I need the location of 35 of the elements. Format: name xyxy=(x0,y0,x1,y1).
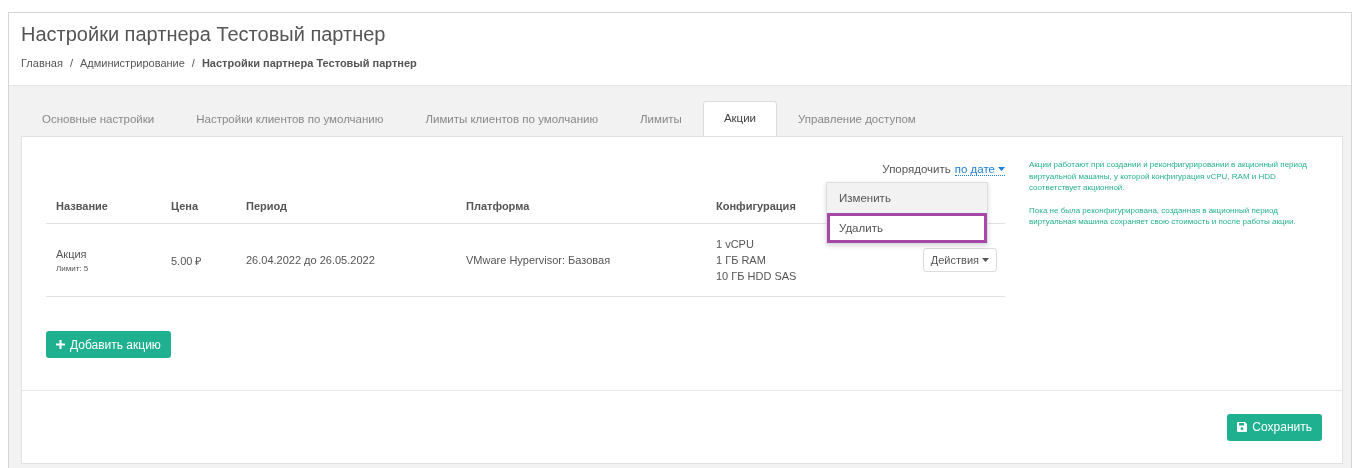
info-note: Акции работают при создании и реконфигурировании в акционный период виртуальной машины, у которой конфигурация vCPU, RAM и HDD соответствует акционной. xyxy=(1029,159,1308,194)
column-header: Название xyxy=(46,189,161,224)
tab[interactable]: Настройки клиентов по умолчанию xyxy=(175,102,405,136)
add-promo-button[interactable]: Добавить акцию xyxy=(46,331,171,358)
info-note: Пока не была реконфигурирована, созданная в акционный период виртуальная машина сохраняет свою стоимость и после работы акции. xyxy=(1029,204,1297,228)
page-title: Настройки партнера Тестовый партнер xyxy=(21,23,387,46)
column-header: Период xyxy=(236,189,456,224)
breadcrumb-separator: / xyxy=(191,57,195,69)
tab[interactable]: Лимиты xyxy=(619,102,703,136)
limit-text: Лимит: 5 xyxy=(56,263,90,273)
sort-dropdown[interactable]: по дате xyxy=(954,162,1005,176)
column-header: Цена xyxy=(161,189,236,224)
breadcrumb-current: Настройки партнера Тестовый партнер xyxy=(201,57,417,69)
menu-item[interactable]: Изменить xyxy=(827,183,987,213)
config-line: 1 ГБ RAM xyxy=(716,253,767,268)
config-line: 1 vCPU xyxy=(716,237,755,252)
caret-icon xyxy=(998,166,1005,171)
plus-icon xyxy=(56,340,65,349)
tab[interactable]: Акции xyxy=(702,101,778,136)
caret-icon xyxy=(982,258,989,262)
tab[interactable]: Лимиты клиентов по умолчанию xyxy=(404,102,620,136)
tab[interactable]: Основные настройки xyxy=(21,102,176,136)
breadcrumb-link[interactable]: Администрирование xyxy=(79,57,185,69)
period-cell: 26.04.2022 до 26.05.2022 xyxy=(236,223,456,297)
sort-label: Упорядочить xyxy=(882,163,951,175)
save-button[interactable]: Сохранить xyxy=(1227,413,1322,441)
config-line: 10 ГБ HDD SAS xyxy=(716,269,798,284)
promo-name: Акция xyxy=(56,247,87,260)
column-header: Платформа xyxy=(456,189,706,224)
tab[interactable]: Управление доступом xyxy=(777,102,937,136)
platform-cell: VMware Hypervisor: Базовая xyxy=(456,223,706,297)
breadcrumb-link[interactable]: Главная xyxy=(21,57,63,69)
price-cell: 5.00 ₽ xyxy=(161,223,236,297)
breadcrumb-separator: / xyxy=(69,57,73,69)
actions-button[interactable]: Действия xyxy=(922,248,997,272)
